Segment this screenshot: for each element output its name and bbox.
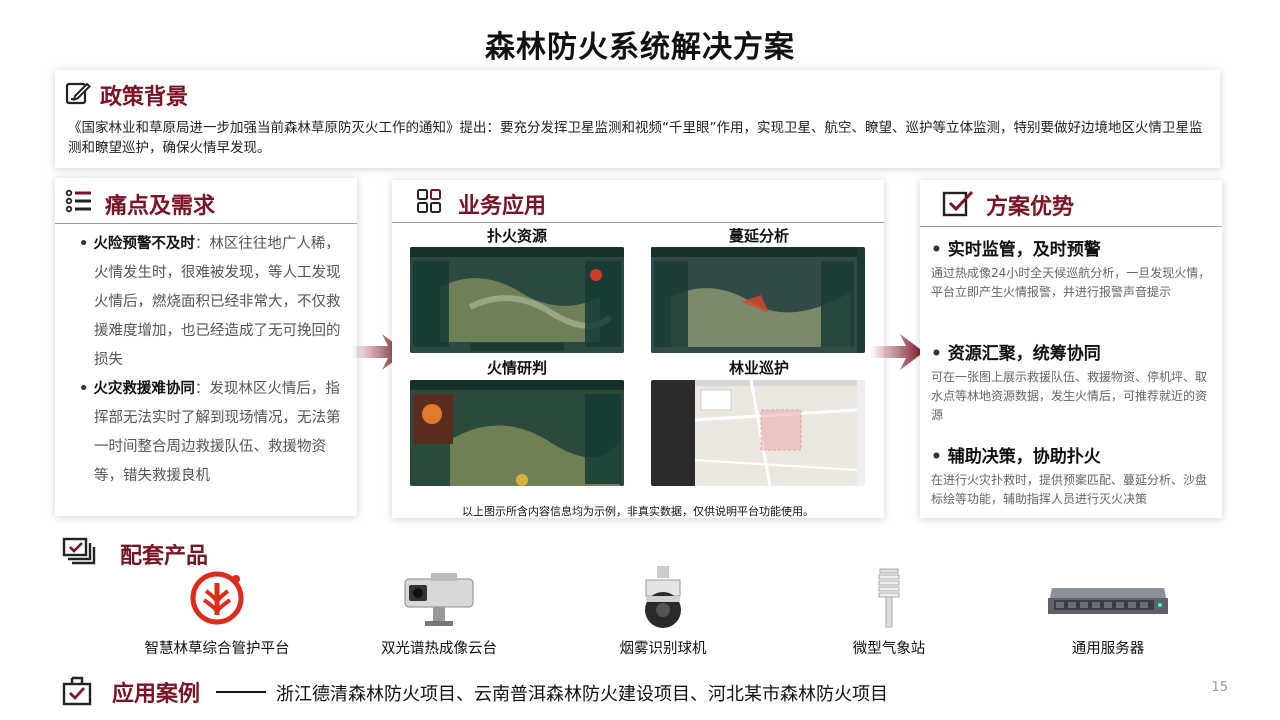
thermal-camera-icon [349, 566, 529, 630]
shot-label: 扑火资源 [486, 227, 547, 245]
advantage-head: 实时监管，及时预警 [947, 240, 1101, 260]
edit-document-icon [65, 80, 91, 110]
page-title: 森林防火系统解决方案 [485, 30, 795, 65]
advantage-body: 通过热成像24小时全天候巡航分析，一旦发现火情，平台立即产生火情报警，并进行报警… [931, 266, 1211, 299]
advantage-body: 可在一张图上展示救援队伍、救援物资、停机坪、取水点等林地资源数据，发生火情后，可… [931, 370, 1208, 422]
advantage-body: 在进行火灾扑救时，提供预案匹配、蔓延分析、沙盘标绘等功能，辅助指挥人员进行灭火决… [931, 473, 1208, 506]
pain-item: • 火灾救援难协同：发现林区火情后，指挥部无法实时了解到现场情况，无法第一时间整… [79, 381, 341, 484]
case-check-icon [62, 676, 94, 710]
shot-label: 蔓延分析 [728, 227, 789, 245]
policy-title: 政策背景 [100, 85, 189, 110]
right-arrow-icon [870, 334, 924, 370]
fire-assessment-screenshot [410, 380, 624, 486]
pain-item: • 火险预警不及时：林区往往地广人稀，火情发生时，很难被发现，等人工发现火情后，… [79, 236, 341, 368]
shot-label: 火情研判 [486, 359, 547, 377]
policy-body: 《国家林业和草原局进一步加强当前森林草原防灭火工作的通知》提出：要充分发挥卫星监… [68, 120, 1203, 156]
business-title: 业务应用 [458, 194, 547, 219]
pain-list: • 火险预警不及时：林区往往地广人稀，火情发生时，很难被发现，等人工发现火情后，… [79, 230, 345, 491]
pain-item-text: ：林区往往地广人稀，火情发生时，很难被发现，等人工发现火情后，燃烧面积已经非常大… [94, 236, 341, 368]
policy-card: 政策背景 《国家林业和草原局进一步加强当前森林草原防灭火工作的通知》提出：要充分… [55, 70, 1220, 168]
page-number: 15 [1211, 680, 1228, 695]
product-label: 微型气象站 [852, 641, 926, 657]
dash-separator [216, 691, 266, 693]
product-label: 烟雾识别球机 [619, 641, 707, 657]
product-label: 双光谱热成像云台 [381, 641, 497, 657]
advantage-item: • 实时监管，及时预警 通过热成像24小时全天候巡航分析，一旦发现火情，平台立即… [931, 235, 1217, 302]
pain-divider [55, 223, 357, 224]
product-item: 烟雾识别球机 [573, 566, 753, 658]
server-icon [1018, 566, 1198, 630]
advantage-head: 资源汇聚，统筹协同 [947, 344, 1101, 364]
advantage-head: 辅助决策，协助扑火 [947, 447, 1101, 467]
pain-title: 痛点及需求 [105, 194, 216, 219]
advantage-item: • 资源汇聚，统筹协同 可在一张图上展示救援队伍、救援物资、停机坪、取水点等林地… [931, 339, 1217, 425]
products-stack-icon [62, 537, 96, 569]
fire-resources-screenshot [410, 247, 624, 353]
advantage-card: 方案优势 • 实时监管，及时预警 通过热成像24小时全天候巡航分析，一旦发现火情… [920, 180, 1222, 518]
business-card: 业务应用 扑火资源 蔓延分析 火情研判 林业巡护 以上图示所含内容信息均为示例，… [392, 180, 884, 518]
disclaimer-note: 以上图示所含内容信息均为示例，非真实数据，仅供说明平台功能使用。 [462, 505, 814, 518]
checkbox-check-icon [942, 189, 974, 221]
product-item: 双光谱热成像云台 [349, 566, 529, 658]
checklist-icon [65, 188, 93, 218]
advantage-item: • 辅助决策，协助扑火 在进行火灾扑救时，提供预案匹配、蔓延分析、沙盘标绘等功能… [931, 442, 1217, 509]
product-label: 通用服务器 [1071, 641, 1145, 657]
shot-label: 林业巡护 [728, 359, 789, 377]
cases-title: 应用案例 [112, 682, 201, 707]
pain-item-head: 火险预警不及时 [93, 236, 195, 252]
business-divider [392, 222, 884, 223]
product-item: 通用服务器 [1018, 566, 1198, 658]
weather-station-icon [799, 566, 979, 630]
product-label: 智慧林草综合管护平台 [144, 641, 290, 657]
cases-text: 浙江德清森林防火项目、云南普洱森林防火建设项目、河北某市森林防火项目 [276, 684, 888, 705]
forest-patrol-screenshot [651, 380, 865, 486]
pain-item-head: 火灾救援难协同 [93, 381, 195, 397]
product-item: 微型气象站 [799, 566, 979, 658]
forest-platform-logo-icon [127, 566, 307, 630]
advantage-title: 方案优势 [986, 195, 1075, 220]
pain-card: 痛点及需求 • 火险预警不及时：林区往往地广人稀，火情发生时，很难被发现，等人工… [55, 178, 357, 516]
product-item: 智慧林草综合管护平台 [127, 566, 307, 658]
spread-analysis-screenshot [651, 247, 865, 353]
grid-apps-icon [416, 188, 442, 218]
advantage-divider [920, 226, 1222, 227]
dome-camera-icon [573, 566, 753, 630]
